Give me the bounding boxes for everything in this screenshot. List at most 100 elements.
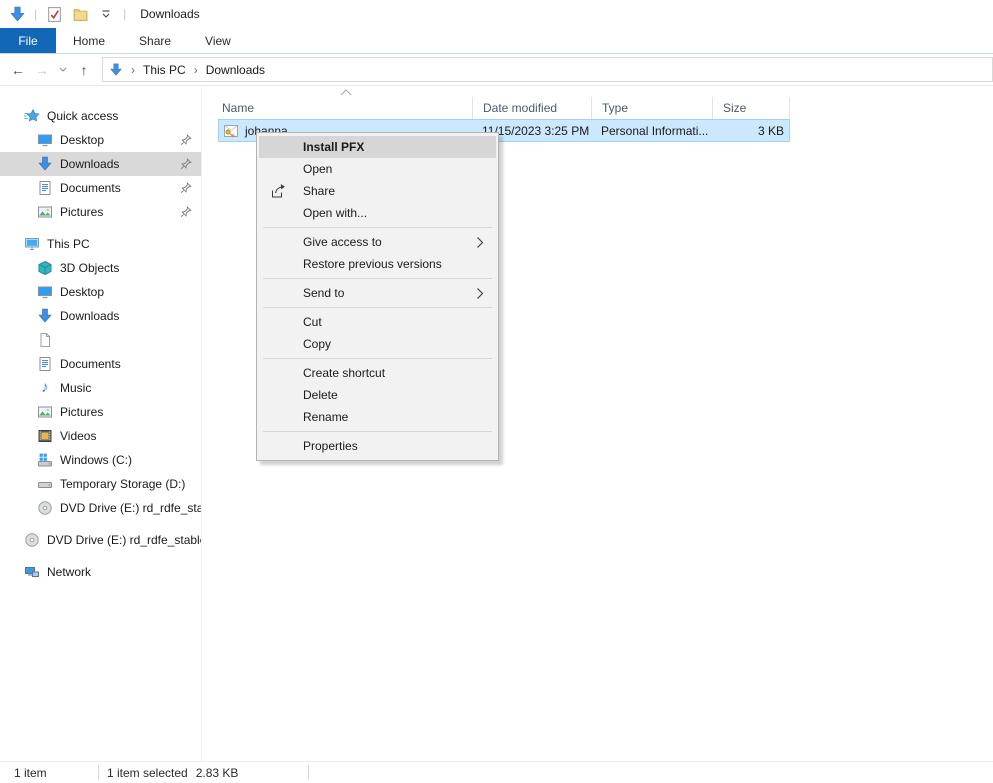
menu-item-install-pfx[interactable]: Install PFX: [259, 136, 496, 158]
menu-item-properties[interactable]: Properties: [259, 435, 496, 457]
sidebar-item-desktop-quick[interactable]: Desktop: [0, 128, 201, 152]
sidebar-item-label: Music: [60, 381, 91, 395]
title-bar: | | Downloads: [0, 0, 993, 28]
sidebar-item-network[interactable]: Network: [0, 560, 201, 584]
menu-item-delete[interactable]: Delete: [259, 384, 496, 406]
menu-item-open[interactable]: Open: [259, 158, 496, 180]
column-header-type[interactable]: Type: [592, 97, 713, 119]
items-count: 1 item: [14, 766, 98, 780]
sidebar-item-desktop-pc[interactable]: Desktop: [0, 280, 201, 304]
selection-size: 2.83 KB: [196, 766, 239, 780]
sidebar-item-temporary-storage-d[interactable]: Temporary Storage (D:): [0, 472, 201, 496]
sidebar-item-quick-access[interactable]: Quick access: [0, 104, 201, 128]
column-header-name[interactable]: Name: [218, 97, 473, 119]
breadcrumb-downloads-icon: [109, 63, 123, 77]
sidebar-item-unnamed[interactable]: [0, 328, 201, 352]
titlebar-separator: |: [123, 7, 126, 21]
menu-item-copy[interactable]: Copy: [259, 333, 496, 355]
column-header-size[interactable]: Size: [713, 97, 790, 119]
column-header-date-modified[interactable]: Date modified: [473, 97, 592, 119]
pin-icon[interactable]: [180, 134, 192, 146]
sidebar-item-documents-pc[interactable]: Documents: [0, 352, 201, 376]
dvd-drive-icon: [37, 500, 53, 516]
desktop-icon: [37, 284, 53, 300]
music-icon: ♪: [37, 380, 53, 396]
breadcrumb-separator-icon: ›: [129, 63, 137, 77]
statusbar-divider: [98, 765, 99, 780]
menu-item-open-with[interactable]: Open with...: [259, 202, 496, 224]
sidebar-item-music[interactable]: ♪ Music: [0, 376, 201, 400]
tab-view[interactable]: View: [188, 28, 248, 53]
sidebar-item-label: 3D Objects: [60, 261, 119, 275]
sidebar-section-gap: [0, 520, 201, 528]
breadcrumb-downloads[interactable]: Downloads: [206, 63, 265, 77]
file-size: 3 KB: [713, 124, 789, 138]
drive-icon: [37, 476, 53, 492]
menu-item-share[interactable]: Share: [259, 180, 496, 202]
sidebar-item-dvd-drive-e-root[interactable]: DVD Drive (E:) rd_rdfe_stable.T: [0, 528, 201, 552]
address-bar[interactable]: › This PC › Downloads: [102, 57, 993, 82]
desktop-icon: [37, 132, 53, 148]
file-type: Personal Informati...: [592, 124, 713, 138]
tab-share[interactable]: Share: [122, 28, 188, 53]
menu-separator: [263, 278, 492, 279]
menu-item-restore-previous-versions[interactable]: Restore previous versions: [259, 253, 496, 275]
window-title: Downloads: [140, 7, 199, 21]
sidebar-item-windows-c[interactable]: Windows (C:): [0, 448, 201, 472]
pin-icon[interactable]: [180, 182, 192, 194]
menu-item-cut[interactable]: Cut: [259, 311, 496, 333]
selection-count: 1 item selected: [107, 766, 188, 780]
recent-locations-chevron-icon[interactable]: [54, 54, 72, 86]
tab-home[interactable]: Home: [56, 28, 122, 53]
sidebar-item-label: Documents: [60, 357, 121, 371]
forward-button[interactable]: →: [30, 54, 54, 86]
dvd-drive-icon: [24, 532, 40, 548]
sidebar-item-3d-objects[interactable]: 3D Objects: [0, 256, 201, 280]
quick-access-star-icon: [24, 108, 40, 124]
sidebar-item-documents-quick[interactable]: Documents: [0, 176, 201, 200]
menu-separator: [263, 358, 492, 359]
share-icon: [269, 182, 287, 200]
sidebar-item-label: Documents: [60, 181, 121, 195]
sidebar-item-label: This PC: [47, 237, 90, 251]
menu-separator: [263, 431, 492, 432]
sidebar-item-label: Downloads: [60, 157, 119, 171]
new-folder-icon[interactable]: [71, 5, 89, 23]
sidebar-item-this-pc[interactable]: This PC: [0, 232, 201, 256]
tab-file[interactable]: File: [0, 28, 56, 53]
menu-item-give-access-to[interactable]: Give access to: [259, 231, 496, 253]
sidebar-item-videos[interactable]: Videos: [0, 424, 201, 448]
menu-item-create-shortcut[interactable]: Create shortcut: [259, 362, 496, 384]
3d-objects-icon: [37, 260, 53, 276]
menu-item-label: Give access to: [303, 231, 382, 253]
sidebar-item-label: Desktop: [60, 285, 104, 299]
sidebar-section-gap: [0, 552, 201, 560]
sidebar-item-dvd-drive-e[interactable]: DVD Drive (E:) rd_rdfe_stable: [0, 496, 201, 520]
sidebar-item-downloads-pc[interactable]: Downloads: [0, 304, 201, 328]
context-menu: Install PFX Open Share Open with... Give…: [256, 132, 499, 461]
sidebar-item-downloads-quick[interactable]: Downloads: [0, 152, 201, 176]
network-icon: [24, 564, 40, 580]
this-pc-icon: [24, 236, 40, 252]
back-button[interactable]: ←: [6, 54, 30, 86]
breadcrumb-this-pc[interactable]: This PC: [143, 63, 186, 77]
pictures-icon: [37, 204, 53, 220]
pin-icon[interactable]: [180, 158, 192, 170]
quick-access-toolbar-dropdown-icon[interactable]: [97, 5, 115, 23]
up-button[interactable]: ↑: [72, 54, 96, 86]
sidebar-item-label: Temporary Storage (D:): [60, 477, 185, 491]
sidebar-item-pictures-pc[interactable]: Pictures: [0, 400, 201, 424]
sidebar-item-label: DVD Drive (E:) rd_rdfe_stable.T: [47, 533, 202, 547]
pin-icon[interactable]: [180, 206, 192, 218]
sidebar-item-label: Downloads: [60, 309, 119, 323]
properties-check-icon[interactable]: [45, 5, 63, 23]
sidebar-item-pictures-quick[interactable]: Pictures: [0, 200, 201, 224]
sidebar-item-label: Videos: [60, 429, 96, 443]
app-downloads-icon: [8, 5, 26, 23]
menu-item-rename[interactable]: Rename: [259, 406, 496, 428]
sidebar-item-label: Network: [47, 565, 91, 579]
ribbon-tab-bar: File Home Share View: [0, 28, 993, 54]
submenu-chevron-icon: [476, 287, 484, 300]
menu-item-send-to[interactable]: Send to: [259, 282, 496, 304]
documents-icon: [37, 180, 53, 196]
